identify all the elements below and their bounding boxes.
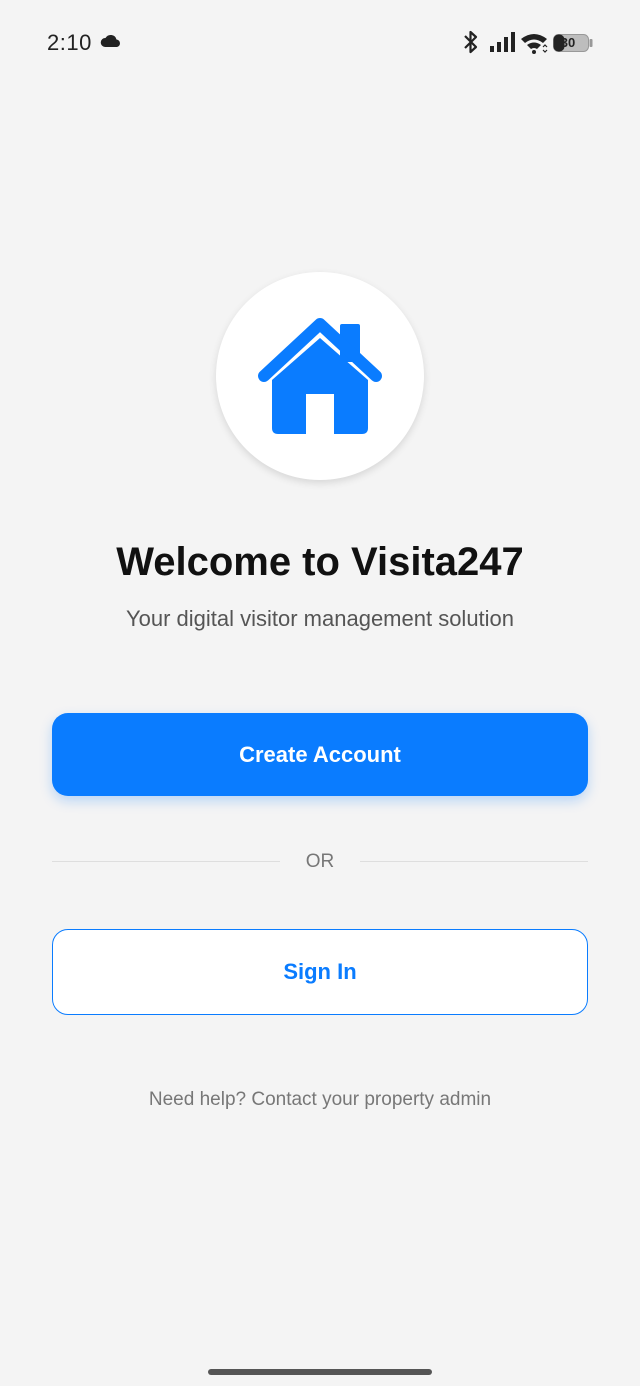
help-text: Need help? Contact your property admin <box>148 1089 492 1110</box>
home-indicator[interactable] <box>208 1369 432 1375</box>
app-logo <box>216 272 424 480</box>
battery-level: 30 <box>560 35 576 50</box>
create-account-button[interactable]: Create Account <box>52 713 588 796</box>
cloud-icon <box>100 34 122 53</box>
wifi-icon <box>520 32 548 59</box>
divider-line-right <box>360 861 588 862</box>
divider-label: OR <box>305 851 335 872</box>
status-bar: 2:10 30 <box>0 0 640 86</box>
welcome-subtitle: Your digital visitor management solution <box>125 606 515 631</box>
welcome-title: Welcome to Visita247 <box>116 540 524 584</box>
sign-in-button[interactable]: Sign In <box>52 929 588 1015</box>
status-time: 2:10 <box>47 30 92 55</box>
signal-icon <box>489 32 515 57</box>
house-icon <box>258 318 382 434</box>
bluetooth-icon <box>462 29 480 60</box>
